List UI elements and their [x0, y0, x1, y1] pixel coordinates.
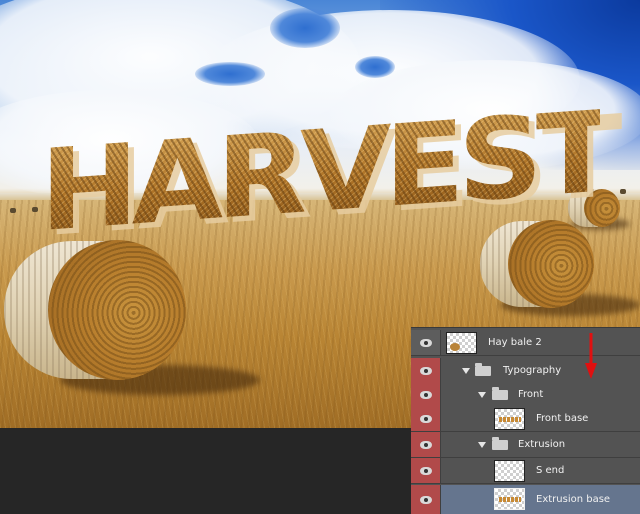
distant-tree	[32, 207, 38, 212]
eye-icon	[420, 495, 432, 504]
eye-icon	[420, 414, 432, 423]
layer-row-s-end[interactable]: S end	[411, 458, 640, 484]
layer-row-front-base[interactable]: Front base	[411, 406, 640, 432]
layer-thumbnail	[494, 460, 525, 482]
red-arrow-icon	[585, 333, 597, 379]
layer-row-extrusion-base[interactable]: Extrusion base	[411, 485, 640, 514]
eye-icon	[420, 366, 432, 375]
disclosure-triangle-icon[interactable]	[478, 441, 486, 448]
layer-row-hay-bale-2[interactable]: Hay bale 2	[411, 330, 640, 356]
layer-label: S end	[536, 465, 565, 476]
visibility-toggle[interactable]	[411, 458, 441, 483]
sky-patch	[195, 62, 265, 86]
visibility-toggle[interactable]	[411, 406, 441, 431]
layer-row-extrusion[interactable]: Extrusion	[411, 432, 640, 458]
layer-label: Extrusion	[518, 439, 566, 450]
layer-label: Front	[518, 389, 544, 400]
folder-icon	[492, 436, 508, 450]
visibility-toggle[interactable]	[411, 382, 441, 407]
layer-thumbnail	[446, 332, 477, 354]
layer-label: Typography	[503, 365, 562, 376]
folder-icon	[475, 362, 491, 376]
disclosure-triangle-icon[interactable]	[478, 391, 486, 398]
eye-icon	[420, 390, 432, 399]
disclosure-triangle-icon[interactable]	[462, 367, 470, 374]
layer-thumbnail	[494, 408, 525, 430]
folder-icon	[492, 386, 508, 400]
layer-label: Extrusion base	[536, 494, 611, 505]
visibility-toggle[interactable]	[411, 432, 441, 457]
sky-patch	[355, 56, 395, 78]
layer-row-typography[interactable]: Typography	[411, 358, 640, 384]
hay-bale-front	[48, 240, 186, 380]
layer-thumbnail	[494, 488, 525, 510]
eye-icon	[420, 338, 432, 347]
visibility-toggle[interactable]	[411, 330, 441, 355]
eye-icon	[420, 440, 432, 449]
layers-panel: Hay bale 2 Typography Front Front base E…	[411, 327, 640, 514]
sky-patch	[270, 8, 340, 48]
layer-row-front[interactable]: Front	[411, 382, 640, 408]
layer-label: Front base	[536, 413, 589, 424]
hay-bale-right	[508, 220, 594, 308]
visibility-toggle[interactable]	[411, 358, 441, 383]
layer-label: Hay bale 2	[488, 337, 542, 348]
distant-tree	[620, 189, 626, 194]
visibility-toggle[interactable]	[411, 485, 441, 514]
distant-tree	[10, 208, 16, 213]
eye-icon	[420, 466, 432, 475]
